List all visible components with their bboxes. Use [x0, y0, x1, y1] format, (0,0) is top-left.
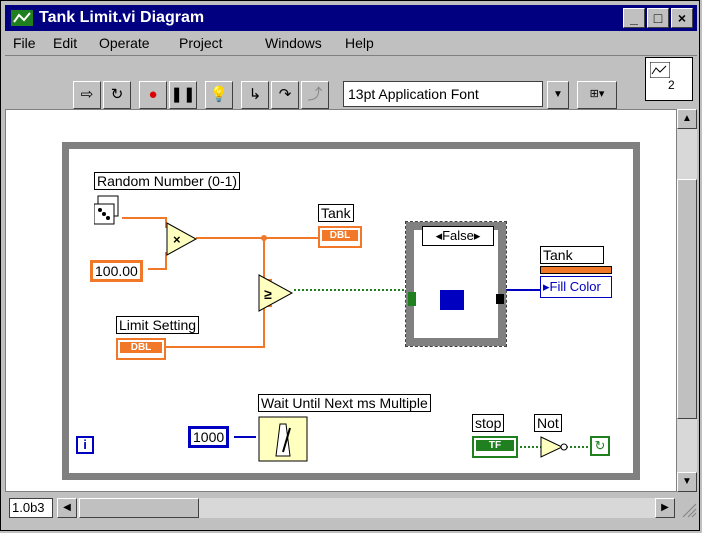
wires: [122, 217, 590, 448]
pause-icon[interactable]: ❚❚: [169, 81, 197, 109]
menu-windows[interactable]: Windows: [265, 35, 322, 51]
metronome-icon[interactable]: [258, 416, 308, 462]
icon-number: 2: [668, 78, 675, 92]
run-arrow-icon[interactable]: ⇨: [73, 81, 101, 109]
dbl-tag: DBL: [120, 342, 162, 353]
menu-operate[interactable]: Operate: [99, 35, 150, 51]
highlight-bulb-icon[interactable]: 💡: [205, 81, 233, 109]
vertical-scroll-thumb[interactable]: [677, 179, 697, 419]
case-label: False: [442, 228, 474, 243]
tank-dbl-terminal[interactable]: DBL: [318, 226, 362, 248]
horizontal-scrollbar[interactable]: [77, 498, 675, 518]
vertical-scrollbar[interactable]: ▲ ▼: [677, 109, 697, 492]
step-into-icon[interactable]: ↳: [241, 81, 269, 109]
stop-label: stop: [472, 414, 505, 432]
abort-icon[interactable]: ●: [139, 81, 167, 109]
maximize-button[interactable]: □: [647, 8, 669, 28]
scroll-up-icon[interactable]: ▲: [677, 109, 697, 129]
tf-tag: TF: [476, 440, 514, 451]
chevron-down-icon[interactable]: ▼: [547, 81, 569, 109]
menu-project[interactable]: Project: [179, 35, 223, 51]
scroll-left-icon[interactable]: ◀: [57, 498, 77, 518]
case-structure[interactable]: ◂False▸: [405, 221, 507, 347]
case-selector[interactable]: ◂False▸: [422, 226, 494, 246]
align-objects-icon[interactable]: ⊞▾: [577, 81, 617, 109]
menu-edit[interactable]: Edit: [53, 35, 77, 51]
svg-text:≥: ≥: [264, 286, 272, 302]
tank-property-label: Tank: [540, 246, 604, 264]
application-window: Tank Limit.vi Diagram _ □ × File Edit Op…: [0, 0, 700, 531]
not-label: Not: [534, 414, 562, 432]
svg-text:×: ×: [173, 232, 181, 247]
version-field: 1.0b3: [9, 498, 53, 518]
vi-icon[interactable]: 2: [645, 57, 693, 101]
limit-setting-label: Limit Setting: [116, 316, 200, 334]
property-node-header: [540, 266, 612, 274]
labview-app-icon: [11, 10, 33, 26]
constant-100[interactable]: 100.00: [90, 260, 143, 282]
menu-divider: [5, 55, 697, 56]
horizontal-scroll-thumb[interactable]: [79, 498, 199, 518]
menu-bar: File Edit Operate Project Windows Help: [5, 33, 697, 55]
limit-dbl-terminal[interactable]: DBL: [116, 338, 166, 360]
scroll-right-icon[interactable]: ▶: [655, 498, 675, 518]
greater-or-equal-node[interactable]: ≥: [258, 274, 294, 312]
run-continuously-icon[interactable]: ↻: [103, 81, 131, 109]
scroll-down-icon[interactable]: ▼: [677, 472, 697, 492]
menu-file[interactable]: File: [13, 35, 36, 51]
loop-index-terminal: i: [76, 436, 94, 454]
font-select-value: 13pt Application Font: [348, 86, 479, 102]
menu-help[interactable]: Help: [345, 35, 374, 51]
fill-color-property[interactable]: ▸Fill Color: [540, 276, 612, 298]
window-title: Tank Limit.vi Diagram: [39, 9, 205, 26]
diagram-canvas[interactable]: Random Number (0-1) × 100.00 Tank DBL ≥ …: [5, 109, 677, 492]
loop-condition-terminal[interactable]: ↻: [590, 436, 610, 456]
random-number-label: Random Number (0-1): [94, 172, 241, 190]
multiply-node[interactable]: ×: [166, 222, 198, 256]
step-out-icon[interactable]: ⤴: [301, 81, 329, 109]
minimize-button[interactable]: _: [623, 8, 645, 28]
dbl-tag: DBL: [322, 230, 358, 241]
tank-label: Tank: [318, 204, 354, 222]
status-bar: 1.0b3 ◀ ▶: [5, 496, 697, 522]
font-select[interactable]: 13pt Application Font: [343, 81, 543, 107]
stop-tf-terminal[interactable]: TF: [472, 436, 518, 458]
selector-terminal: [408, 292, 416, 306]
not-node[interactable]: [540, 436, 568, 458]
color-constant[interactable]: [440, 290, 464, 310]
fill-color-label: Fill Color: [549, 279, 601, 294]
resize-grip-icon[interactable]: [677, 498, 697, 518]
tunnel-out: [496, 294, 504, 304]
toolbar: ⇨ ↻ ● ❚❚ 💡 ↳ ↷ ⤴ 13pt Application Font ▼…: [5, 57, 697, 109]
step-over-icon[interactable]: ↷: [271, 81, 299, 109]
dice-icon[interactable]: [94, 194, 124, 226]
title-bar[interactable]: Tank Limit.vi Diagram _ □ ×: [5, 5, 697, 31]
wait-label: Wait Until Next ms Multiple: [258, 394, 431, 412]
close-button[interactable]: ×: [671, 8, 693, 28]
constant-1000[interactable]: 1000: [188, 426, 230, 448]
